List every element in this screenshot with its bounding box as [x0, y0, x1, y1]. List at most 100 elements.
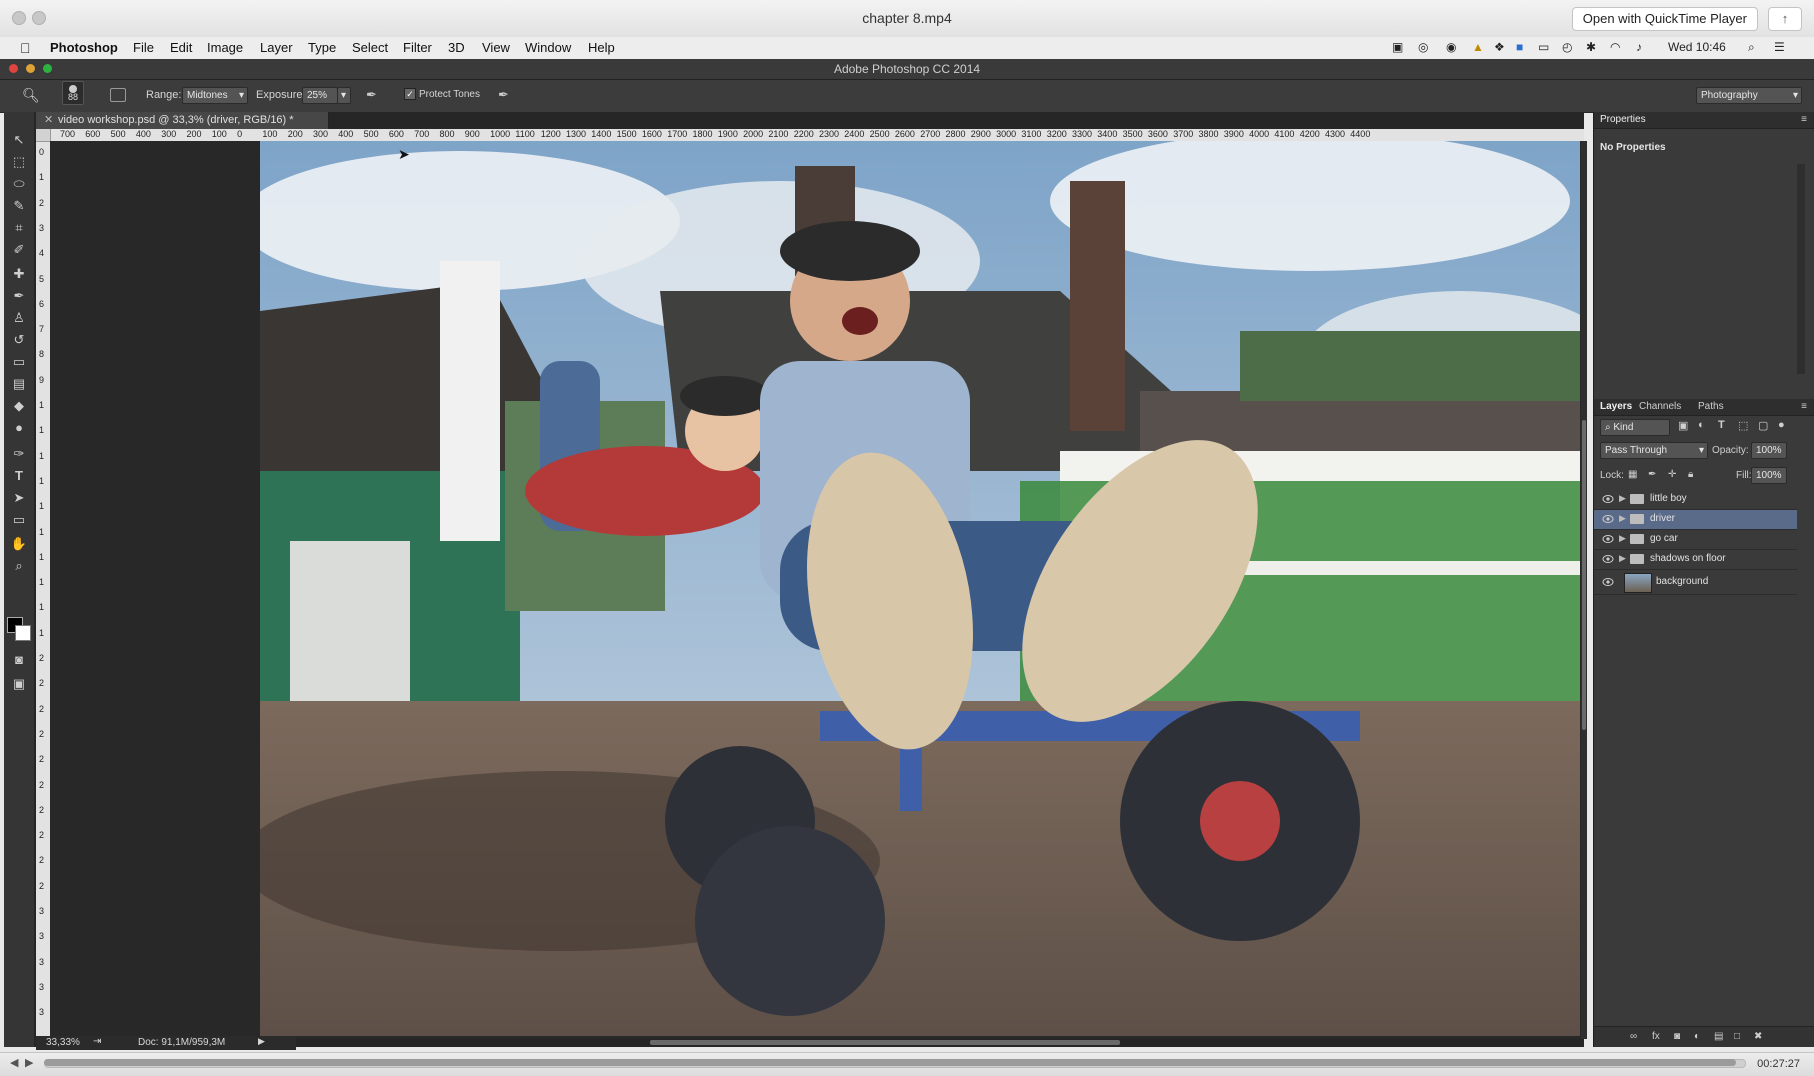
close-tab-icon[interactable]: ✕: [44, 112, 53, 129]
layer-row-go-car[interactable]: ▶ go car: [1594, 530, 1797, 550]
airbrush-icon[interactable]: ✒: [366, 87, 377, 103]
vertical-scroll-thumb[interactable]: [1582, 420, 1586, 730]
menu-clock[interactable]: Wed 10:46: [1668, 40, 1726, 54]
hand-tool-icon[interactable]: ✋: [9, 534, 29, 554]
zoom-tool-icon[interactable]: ⌕: [9, 556, 29, 576]
filter-smartobject-icon[interactable]: ▢: [1758, 419, 1768, 432]
menu-type[interactable]: Type: [308, 40, 336, 55]
time-machine-icon[interactable]: ◴: [1562, 40, 1572, 54]
quick-mask-icon[interactable]: ◙: [9, 650, 29, 670]
display-icon[interactable]: ▭: [1538, 40, 1549, 54]
marquee-tool-icon[interactable]: ⬚: [9, 152, 29, 172]
filter-toggle-icon[interactable]: ●: [1778, 419, 1785, 431]
status-menu-arrow-icon[interactable]: ▶: [258, 1036, 265, 1047]
brush-preset-picker[interactable]: 88: [62, 81, 84, 105]
layer-filter-select[interactable]: ⌕ Kind: [1600, 419, 1670, 436]
fill-input[interactable]: 100%: [1751, 467, 1787, 484]
lock-position-icon[interactable]: ✛: [1668, 469, 1676, 480]
dropbox-icon[interactable]: ❖: [1494, 40, 1505, 54]
menu-3d[interactable]: 3D: [448, 40, 465, 55]
new-group-icon[interactable]: ▤: [1714, 1031, 1723, 1042]
brush-tool-icon[interactable]: ✒: [9, 286, 29, 306]
layer-style-icon[interactable]: fx: [1652, 1031, 1660, 1042]
menu-select[interactable]: Select: [352, 40, 388, 55]
lock-pixels-icon[interactable]: ✒: [1648, 469, 1656, 480]
filter-type-icon[interactable]: T: [1718, 419, 1725, 431]
visibility-eye-icon[interactable]: [1602, 534, 1614, 544]
delete-layer-icon[interactable]: ✖: [1754, 1031, 1762, 1042]
menu-help[interactable]: Help: [588, 40, 615, 55]
ruler-origin[interactable]: [36, 129, 51, 142]
visibility-eye-icon[interactable]: [1602, 554, 1614, 564]
pen-tool-icon[interactable]: ✑: [9, 444, 29, 464]
notification-center-icon[interactable]: ☰: [1774, 40, 1785, 54]
creative-cloud-icon[interactable]: ◉: [1446, 40, 1456, 54]
play-icon[interactable]: ▶: [25, 1056, 33, 1069]
layer-row-driver[interactable]: ▶ driver: [1594, 510, 1797, 530]
volume-icon[interactable]: ♪: [1636, 40, 1642, 54]
tab-channels[interactable]: Channels: [1639, 401, 1681, 412]
layer-row-little-boy[interactable]: ▶ little boy: [1594, 490, 1797, 510]
skype-icon[interactable]: ■: [1516, 40, 1523, 54]
apple-icon[interactable]: : [20, 40, 31, 56]
menu-filter[interactable]: Filter: [403, 40, 432, 55]
visibility-eye-icon[interactable]: [1602, 514, 1614, 524]
filter-shape-icon[interactable]: ⬚: [1738, 419, 1748, 432]
expand-arrow-icon[interactable]: ▶: [1619, 513, 1626, 524]
blur-tool-icon[interactable]: ◆: [9, 396, 29, 416]
canvas-image[interactable]: [260, 141, 1580, 1036]
expand-arrow-icon[interactable]: ▶: [1619, 493, 1626, 504]
dodge-tool-icon[interactable]: 🔍︎: [22, 87, 40, 104]
tab-paths[interactable]: Paths: [1698, 401, 1724, 412]
tab-properties[interactable]: Properties: [1600, 114, 1646, 125]
history-brush-icon[interactable]: ↺: [9, 330, 29, 350]
zoom-level[interactable]: 33,33%: [46, 1037, 80, 1048]
crop-tool-icon[interactable]: ⌗: [9, 218, 29, 238]
expand-arrow-icon[interactable]: ▶: [1619, 533, 1626, 544]
move-tool-icon[interactable]: ↖: [9, 130, 29, 150]
bluetooth-icon[interactable]: ✱: [1586, 40, 1596, 54]
path-select-icon[interactable]: ➤: [9, 488, 29, 508]
menu-layer[interactable]: Layer: [260, 40, 293, 55]
menu-file[interactable]: File: [133, 40, 154, 55]
screen-mode-icon[interactable]: ▣: [9, 674, 29, 694]
horizontal-scroll-thumb[interactable]: [650, 1040, 1120, 1045]
menu-window[interactable]: Window: [525, 40, 571, 55]
link-layers-icon[interactable]: ∞: [1630, 1031, 1637, 1042]
menu-app-photoshop[interactable]: Photoshop: [50, 40, 118, 55]
screen-record-icon[interactable]: ▣: [1392, 40, 1403, 54]
globe-icon[interactable]: ◎: [1418, 40, 1428, 54]
exposure-input[interactable]: 25%: [302, 87, 338, 104]
panel-menu-icon[interactable]: ≡: [1801, 401, 1807, 412]
vertical-ruler[interactable]: 0 1 2 3 4 5 6 7 8 9 1 1 1 1 1 1 1 1 1 1 2 2 2 2 2 2 2 2 2 2 3 3 3 3 3: [36, 141, 51, 1039]
brush-panel-icon[interactable]: [110, 88, 126, 102]
clone-stamp-icon[interactable]: ♙: [9, 308, 29, 328]
menu-image[interactable]: Image: [207, 40, 243, 55]
lock-transparent-icon[interactable]: ▦: [1628, 469, 1637, 480]
panel-menu-icon[interactable]: ≡: [1801, 114, 1807, 125]
type-tool-icon[interactable]: T: [9, 466, 29, 486]
export-icon[interactable]: ⇥: [93, 1036, 101, 1047]
blend-mode-select[interactable]: Pass Through ▾: [1600, 442, 1708, 459]
eraser-tool-icon[interactable]: ▭: [9, 352, 29, 372]
add-mask-icon[interactable]: ◙: [1674, 1031, 1680, 1042]
visibility-eye-icon[interactable]: [1602, 494, 1614, 504]
lasso-tool-icon[interactable]: ⬭: [9, 174, 29, 194]
pressure-size-icon[interactable]: ✒: [498, 87, 509, 103]
workspace-switcher[interactable]: Photography ▾: [1696, 87, 1802, 104]
document-tab[interactable]: ✕ video workshop.psd @ 33,3% (driver, RG…: [36, 112, 329, 129]
range-select[interactable]: Midtones ▾: [182, 87, 248, 104]
background-color-swatch[interactable]: [15, 625, 31, 641]
filter-pixel-icon[interactable]: ▣: [1678, 419, 1688, 432]
new-layer-icon[interactable]: □: [1734, 1031, 1740, 1042]
adjustment-layer-icon[interactable]: ◐: [1694, 1031, 1700, 1042]
dodge-tool-icon[interactable]: ●: [9, 418, 29, 438]
eyedropper-tool-icon[interactable]: ✐: [9, 240, 29, 260]
gradient-tool-icon[interactable]: ▤: [9, 374, 29, 394]
visibility-eye-icon[interactable]: [1602, 577, 1614, 587]
exposure-slider-toggle[interactable]: ▾: [337, 87, 351, 104]
menu-edit[interactable]: Edit: [170, 40, 192, 55]
properties-scrollbar[interactable]: [1797, 164, 1805, 374]
tab-layers[interactable]: Layers: [1600, 401, 1632, 412]
opacity-input[interactable]: 100%: [1751, 442, 1787, 459]
